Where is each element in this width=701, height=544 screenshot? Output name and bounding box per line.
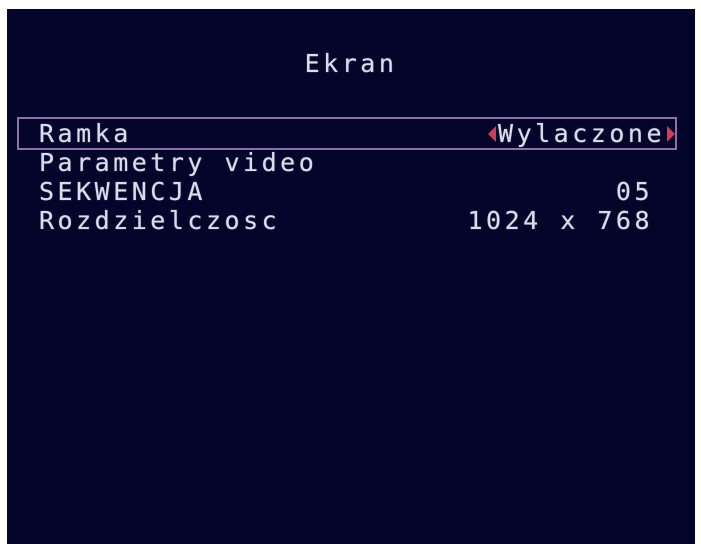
menu-item-label: Rozdzielczosc — [39, 206, 281, 235]
arrow-right-icon[interactable] — [667, 125, 675, 142]
menu-item-value: 1024 x 768 — [467, 206, 653, 235]
menu-title: Ekran — [304, 49, 398, 78]
menu-item-ramka[interactable]: Ramka Wylaczone — [17, 117, 677, 150]
menu-item-value: 05 — [615, 177, 653, 206]
osd-screen: Ekran Ramka Wylaczone Parametry video SE… — [7, 9, 695, 544]
arrow-left-icon[interactable] — [488, 125, 497, 142]
menu-item-parametry-video[interactable]: Parametry video — [19, 148, 675, 177]
menu-item-sekwencja[interactable]: SEKWENCJA 05 — [19, 177, 675, 206]
value-selector[interactable]: Wylaczone — [488, 119, 675, 148]
menu-item-label: Ramka — [39, 119, 132, 148]
menu-list: Ramka Wylaczone Parametry video SEKWENCJ… — [17, 117, 677, 235]
menu-item-label: SEKWENCJA — [39, 177, 206, 206]
menu-item-label: Parametry video — [39, 148, 318, 177]
menu-item-value: Wylaczone — [498, 119, 665, 148]
menu-item-rozdzielczosc[interactable]: Rozdzielczosc 1024 x 768 — [19, 206, 675, 235]
